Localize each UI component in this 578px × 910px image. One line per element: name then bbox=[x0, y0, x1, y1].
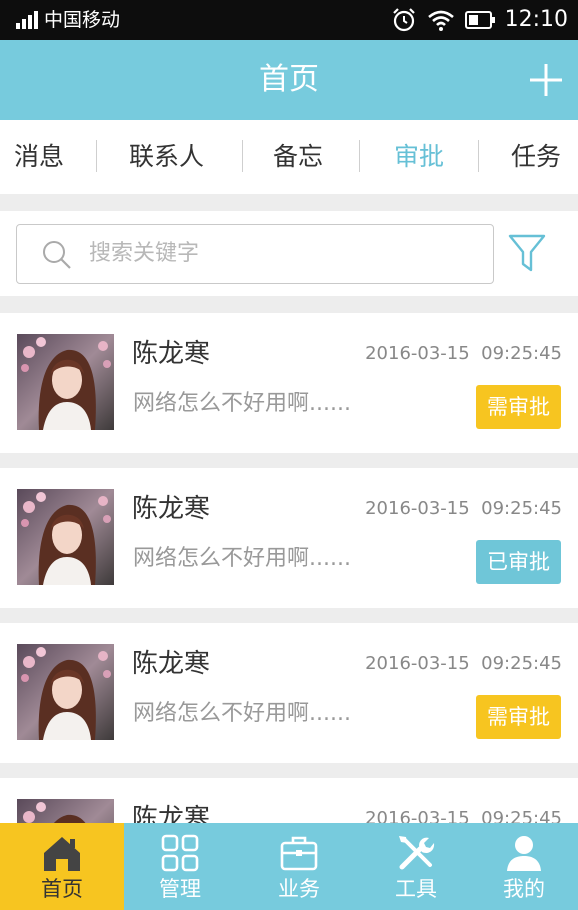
tab-contacts[interactable]: 联系人 bbox=[129, 120, 204, 194]
person-icon bbox=[507, 836, 541, 871]
list-item[interactable]: 陈龙寒 2016-03-15 09:25:45 网络怎么不好用啊...... 需… bbox=[0, 623, 578, 763]
list-item[interactable]: 陈龙寒 2016-03-15 09:25:45 网络怎么不好用啊...... 已… bbox=[0, 468, 578, 608]
nav-label: 管理 bbox=[159, 877, 201, 901]
alarm-icon bbox=[392, 8, 415, 32]
plus-icon[interactable] bbox=[528, 62, 564, 98]
contact-name: 陈龙寒 bbox=[132, 649, 211, 679]
timestamp: 2016-03-15 09:25:45 bbox=[365, 498, 562, 519]
avatar bbox=[17, 644, 114, 740]
tools-icon bbox=[399, 836, 435, 870]
message-preview: 网络怎么不好用啊...... bbox=[133, 391, 351, 416]
status-badge[interactable]: 需审批 bbox=[476, 385, 561, 429]
app-header: 首页 bbox=[0, 40, 578, 120]
briefcase-icon bbox=[280, 836, 318, 871]
funnel-icon[interactable] bbox=[508, 233, 546, 273]
status-bar: 中国移动 12:10 bbox=[0, 0, 578, 40]
nav-label: 首页 bbox=[41, 877, 83, 901]
search-input[interactable]: 搜索关键字 bbox=[16, 224, 494, 284]
search-placeholder: 搜索关键字 bbox=[89, 241, 200, 266]
avatar bbox=[17, 334, 114, 430]
timestamp: 2016-03-15 09:25:45 bbox=[365, 653, 562, 674]
nav-home[interactable]: 首页 bbox=[0, 823, 124, 910]
category-tabs: 消息 联系人 备忘 审批 任务 bbox=[0, 120, 578, 194]
message-preview: 网络怎么不好用啊...... bbox=[133, 546, 351, 571]
grid-icon bbox=[161, 834, 199, 872]
tab-approval[interactable]: 审批 bbox=[394, 120, 444, 194]
nav-manage[interactable]: 管理 bbox=[124, 823, 236, 910]
tab-tasks[interactable]: 任务 bbox=[511, 120, 561, 194]
tab-divider bbox=[242, 140, 243, 172]
nav-business[interactable]: 业务 bbox=[236, 823, 362, 910]
wifi-icon bbox=[427, 10, 454, 31]
search-icon bbox=[43, 241, 71, 269]
nav-label: 工具 bbox=[395, 877, 437, 901]
tab-messages[interactable]: 消息 bbox=[14, 120, 64, 194]
status-badge[interactable]: 已审批 bbox=[476, 540, 561, 584]
message-preview: 网络怎么不好用啊...... bbox=[133, 701, 351, 726]
tab-divider bbox=[478, 140, 479, 172]
home-icon bbox=[44, 837, 80, 871]
list-item[interactable]: 陈龙寒 2016-03-15 09:25:45 网络怎么不好用啊...... 需… bbox=[0, 313, 578, 453]
signal-icon bbox=[16, 11, 38, 29]
timestamp: 2016-03-15 09:25:45 bbox=[365, 343, 562, 364]
bottom-nav: 首页 管理 业务 工具 我的 bbox=[0, 823, 578, 910]
nav-label: 我的 bbox=[503, 877, 545, 901]
contact-name: 陈龙寒 bbox=[132, 494, 211, 524]
nav-tools[interactable]: 工具 bbox=[362, 823, 470, 910]
page-title: 首页 bbox=[259, 62, 319, 97]
clock: 12:10 bbox=[504, 7, 568, 32]
contact-name: 陈龙寒 bbox=[132, 339, 211, 369]
tab-memo[interactable]: 备忘 bbox=[273, 120, 323, 194]
status-badge[interactable]: 需审批 bbox=[476, 695, 561, 739]
tab-divider bbox=[359, 140, 360, 172]
search-bar: 搜索关键字 bbox=[0, 211, 578, 296]
nav-profile[interactable]: 我的 bbox=[470, 823, 578, 910]
avatar bbox=[17, 489, 114, 585]
carrier-name: 中国移动 bbox=[44, 9, 121, 31]
nav-label: 业务 bbox=[278, 877, 320, 901]
tab-divider bbox=[96, 140, 97, 172]
battery-icon bbox=[464, 11, 495, 29]
